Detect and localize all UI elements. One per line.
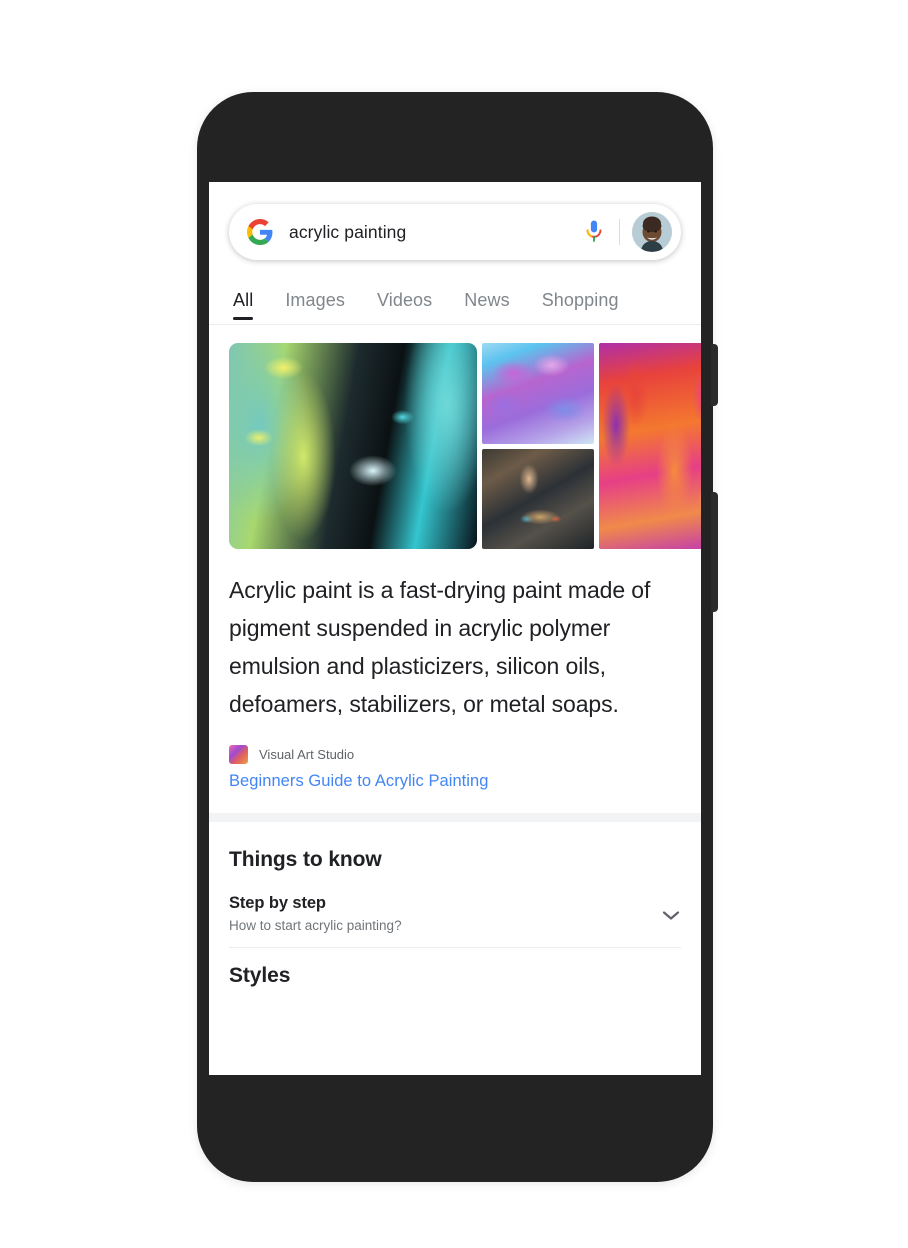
google-g-icon — [247, 219, 273, 245]
page-canvas: acrylic painting All Images Videos News … — [0, 0, 908, 1248]
gallery-image-paint-palette-photo[interactable] — [482, 448, 594, 549]
gallery-image-orange-purple-abstract[interactable] — [599, 343, 701, 549]
search-input[interactable]: acrylic painting — [289, 222, 583, 243]
tab-news[interactable]: News — [464, 290, 509, 324]
tab-all[interactable]: All — [233, 290, 254, 324]
things-to-know-item-step-by-step[interactable]: Step by step How to start acrylic painti… — [229, 894, 681, 948]
source-link[interactable]: Beginners Guide to Acrylic Painting — [229, 772, 681, 791]
section-divider — [209, 813, 701, 822]
tab-images[interactable]: Images — [285, 290, 345, 324]
phone-frame: acrylic painting All Images Videos News … — [197, 92, 718, 1182]
gallery-image-teal-green-fluid-art[interactable] — [229, 343, 477, 549]
row-text: Step by step How to start acrylic painti… — [229, 894, 661, 933]
knowledge-description: Acrylic paint is a fast-drying paint mad… — [229, 577, 651, 717]
row-title: Step by step — [229, 894, 326, 912]
search-bar-divider — [619, 219, 620, 245]
search-bar-container: acrylic painting — [209, 182, 701, 260]
source-name: Visual Art Studio — [259, 747, 355, 762]
image-gallery — [229, 343, 701, 549]
things-to-know-title: Things to know — [229, 848, 382, 871]
knowledge-source: Visual Art Studio — [229, 745, 681, 764]
search-bar[interactable]: acrylic painting — [229, 204, 681, 260]
site-favicon-icon — [229, 745, 248, 764]
phone-screen: acrylic painting All Images Videos News … — [209, 182, 701, 1075]
tab-shopping[interactable]: Shopping — [542, 290, 619, 324]
tab-videos[interactable]: Videos — [377, 290, 432, 324]
gallery-column — [482, 343, 594, 549]
search-tabs: All Images Videos News Shopping — [209, 260, 701, 325]
chevron-down-icon[interactable] — [661, 908, 681, 920]
phone-button-power[interactable] — [711, 492, 718, 612]
user-avatar[interactable] — [632, 212, 672, 252]
phone-button-volume[interactable] — [711, 344, 718, 406]
things-to-know-item-styles[interactable]: Styles — [229, 964, 681, 988]
gallery-image-purple-blue-abstract[interactable] — [482, 343, 594, 444]
row-subtitle: How to start acrylic painting? — [229, 918, 402, 933]
microphone-icon[interactable] — [583, 219, 605, 245]
